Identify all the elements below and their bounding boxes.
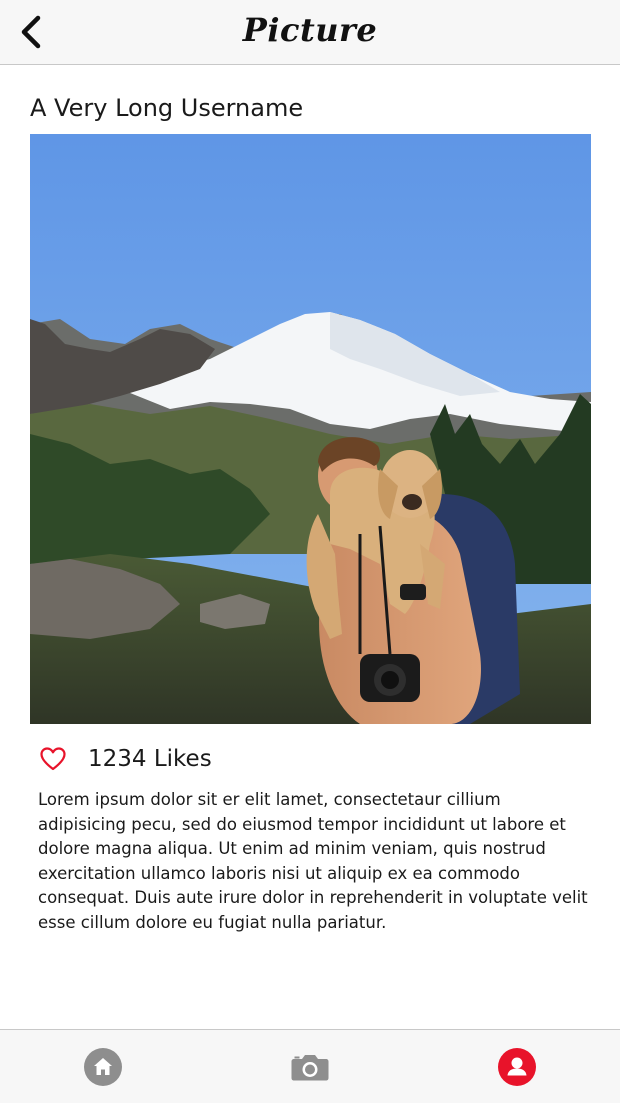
post-caption: Lorem ipsum dolor sit er elit lamet, con…	[38, 790, 588, 932]
top-navigation-bar: Picture	[0, 0, 620, 65]
page-title: Picture	[242, 11, 378, 49]
post-photo-illustration	[30, 134, 591, 724]
like-count: 1234 Likes	[88, 746, 212, 772]
home-icon	[84, 1048, 122, 1086]
likes-row: 1234 Likes	[38, 741, 212, 777]
post-username[interactable]: A Very Long Username	[30, 92, 303, 124]
camera-icon	[291, 1055, 329, 1081]
tab-profile[interactable]	[497, 1047, 537, 1087]
heart-outline-icon	[40, 747, 66, 771]
tab-camera[interactable]	[290, 1047, 330, 1087]
profile-icon	[498, 1048, 536, 1086]
post-photo[interactable]	[30, 134, 591, 724]
like-button[interactable]	[38, 744, 68, 774]
tab-home[interactable]	[83, 1047, 123, 1087]
bottom-tab-bar	[0, 1029, 620, 1103]
